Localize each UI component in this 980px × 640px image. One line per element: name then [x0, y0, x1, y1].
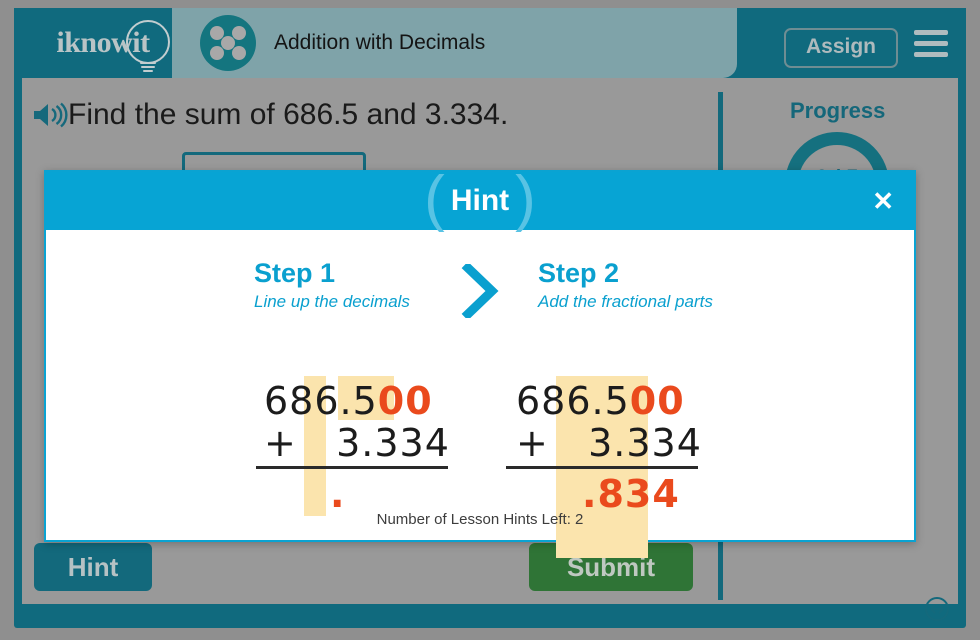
step-2-title: Step 2	[538, 258, 620, 288]
hamburger-menu-icon[interactable]	[914, 30, 948, 58]
close-icon[interactable]: ✕	[872, 188, 894, 214]
step-2-sum: . 834	[516, 472, 730, 516]
progress-label: Progress	[790, 98, 886, 123]
step-2-plus-sign: +	[516, 421, 549, 465]
lightbulb-base-icon	[140, 62, 156, 74]
step-1-padded-zeros: 00	[377, 379, 433, 423]
step-2-math: 686.5 00 + 3.334 . 834	[480, 376, 730, 558]
step-2-sum-digits: 834	[597, 472, 680, 516]
step-2-sum-decimal: .	[582, 472, 598, 516]
step-2-subtitle: Add the fractional parts	[538, 292, 713, 311]
speaker-audio-icon[interactable]	[32, 101, 68, 129]
step-1-sum: .	[264, 472, 480, 516]
question-text: Find the sum of 686.5 and 3.334.	[68, 98, 509, 131]
step-1-math: 686.5 00 + 3.334 .	[230, 376, 480, 516]
hint-steps: Step 1 Line up the decimals Step 2 Add t…	[46, 258, 914, 318]
step-2-addend-1-whole: 686.5	[516, 379, 630, 423]
app-root: iknowit Addition with Decimals Assign Fi…	[0, 0, 980, 640]
open-paren-decoration: (	[424, 164, 445, 233]
step-1-addend-1: 686.5 00	[264, 379, 480, 423]
hint-modal-header: ( Hint ) ✕	[46, 168, 914, 230]
step-1-addend-2-value: 3.334	[336, 421, 450, 465]
hint-math-row: 686.5 00 + 3.334 . 686.5 00 + 3.334 . 83…	[46, 376, 914, 558]
hint-step-1: Step 1 Line up the decimals	[202, 258, 452, 312]
step-2-padded-zeros: 00	[629, 379, 685, 423]
step-1-sum-decimal: .	[330, 472, 346, 516]
step-1-plus-sign: +	[264, 421, 297, 465]
assign-button[interactable]: Assign	[783, 28, 898, 68]
step-1-title: Step 1	[254, 258, 336, 288]
step-2-addend-2-value: 3.334	[588, 421, 702, 465]
hints-left-text: Number of Lesson Hints Left: 2	[376, 511, 584, 528]
step-1-addend-2: + 3.334	[264, 421, 480, 465]
step-2-addend-1: 686.5 00	[516, 379, 730, 423]
chevron-right-icon	[452, 258, 508, 318]
step-2-addend-2-lead	[549, 421, 588, 465]
resize-horizontal-icon[interactable]	[924, 596, 950, 622]
hint-modal: ( Hint ) ✕ Step 1 Line up the decimals S…	[44, 168, 916, 558]
step-1-addend-2-lead	[297, 421, 336, 465]
site-logo[interactable]: iknowit	[28, 14, 178, 72]
hint-modal-title-group: ( Hint )	[46, 168, 914, 230]
app-header: iknowit Addition with Decimals Assign	[14, 8, 966, 78]
step-2-addend-2: + 3.334	[516, 421, 730, 465]
hint-modal-title: Hint	[450, 184, 510, 217]
site-logo-text: iknowit	[56, 26, 150, 59]
step-2-sum-rule	[506, 466, 698, 469]
step-1-subtitle: Line up the decimals	[254, 292, 410, 311]
five-dot-circle-icon	[200, 15, 256, 71]
hint-step-2: Step 2 Add the fractional parts	[508, 258, 758, 312]
hint-button[interactable]: Hint	[34, 543, 152, 591]
step-1-addend-1-whole: 686.5	[264, 379, 378, 423]
hint-modal-body: Step 1 Line up the decimals Step 2 Add t…	[46, 230, 914, 558]
lesson-title-bar: Addition with Decimals	[172, 8, 737, 78]
step-1-sum-rule	[256, 466, 448, 469]
lesson-title: Addition with Decimals	[274, 31, 486, 54]
close-paren-decoration: )	[515, 164, 536, 233]
